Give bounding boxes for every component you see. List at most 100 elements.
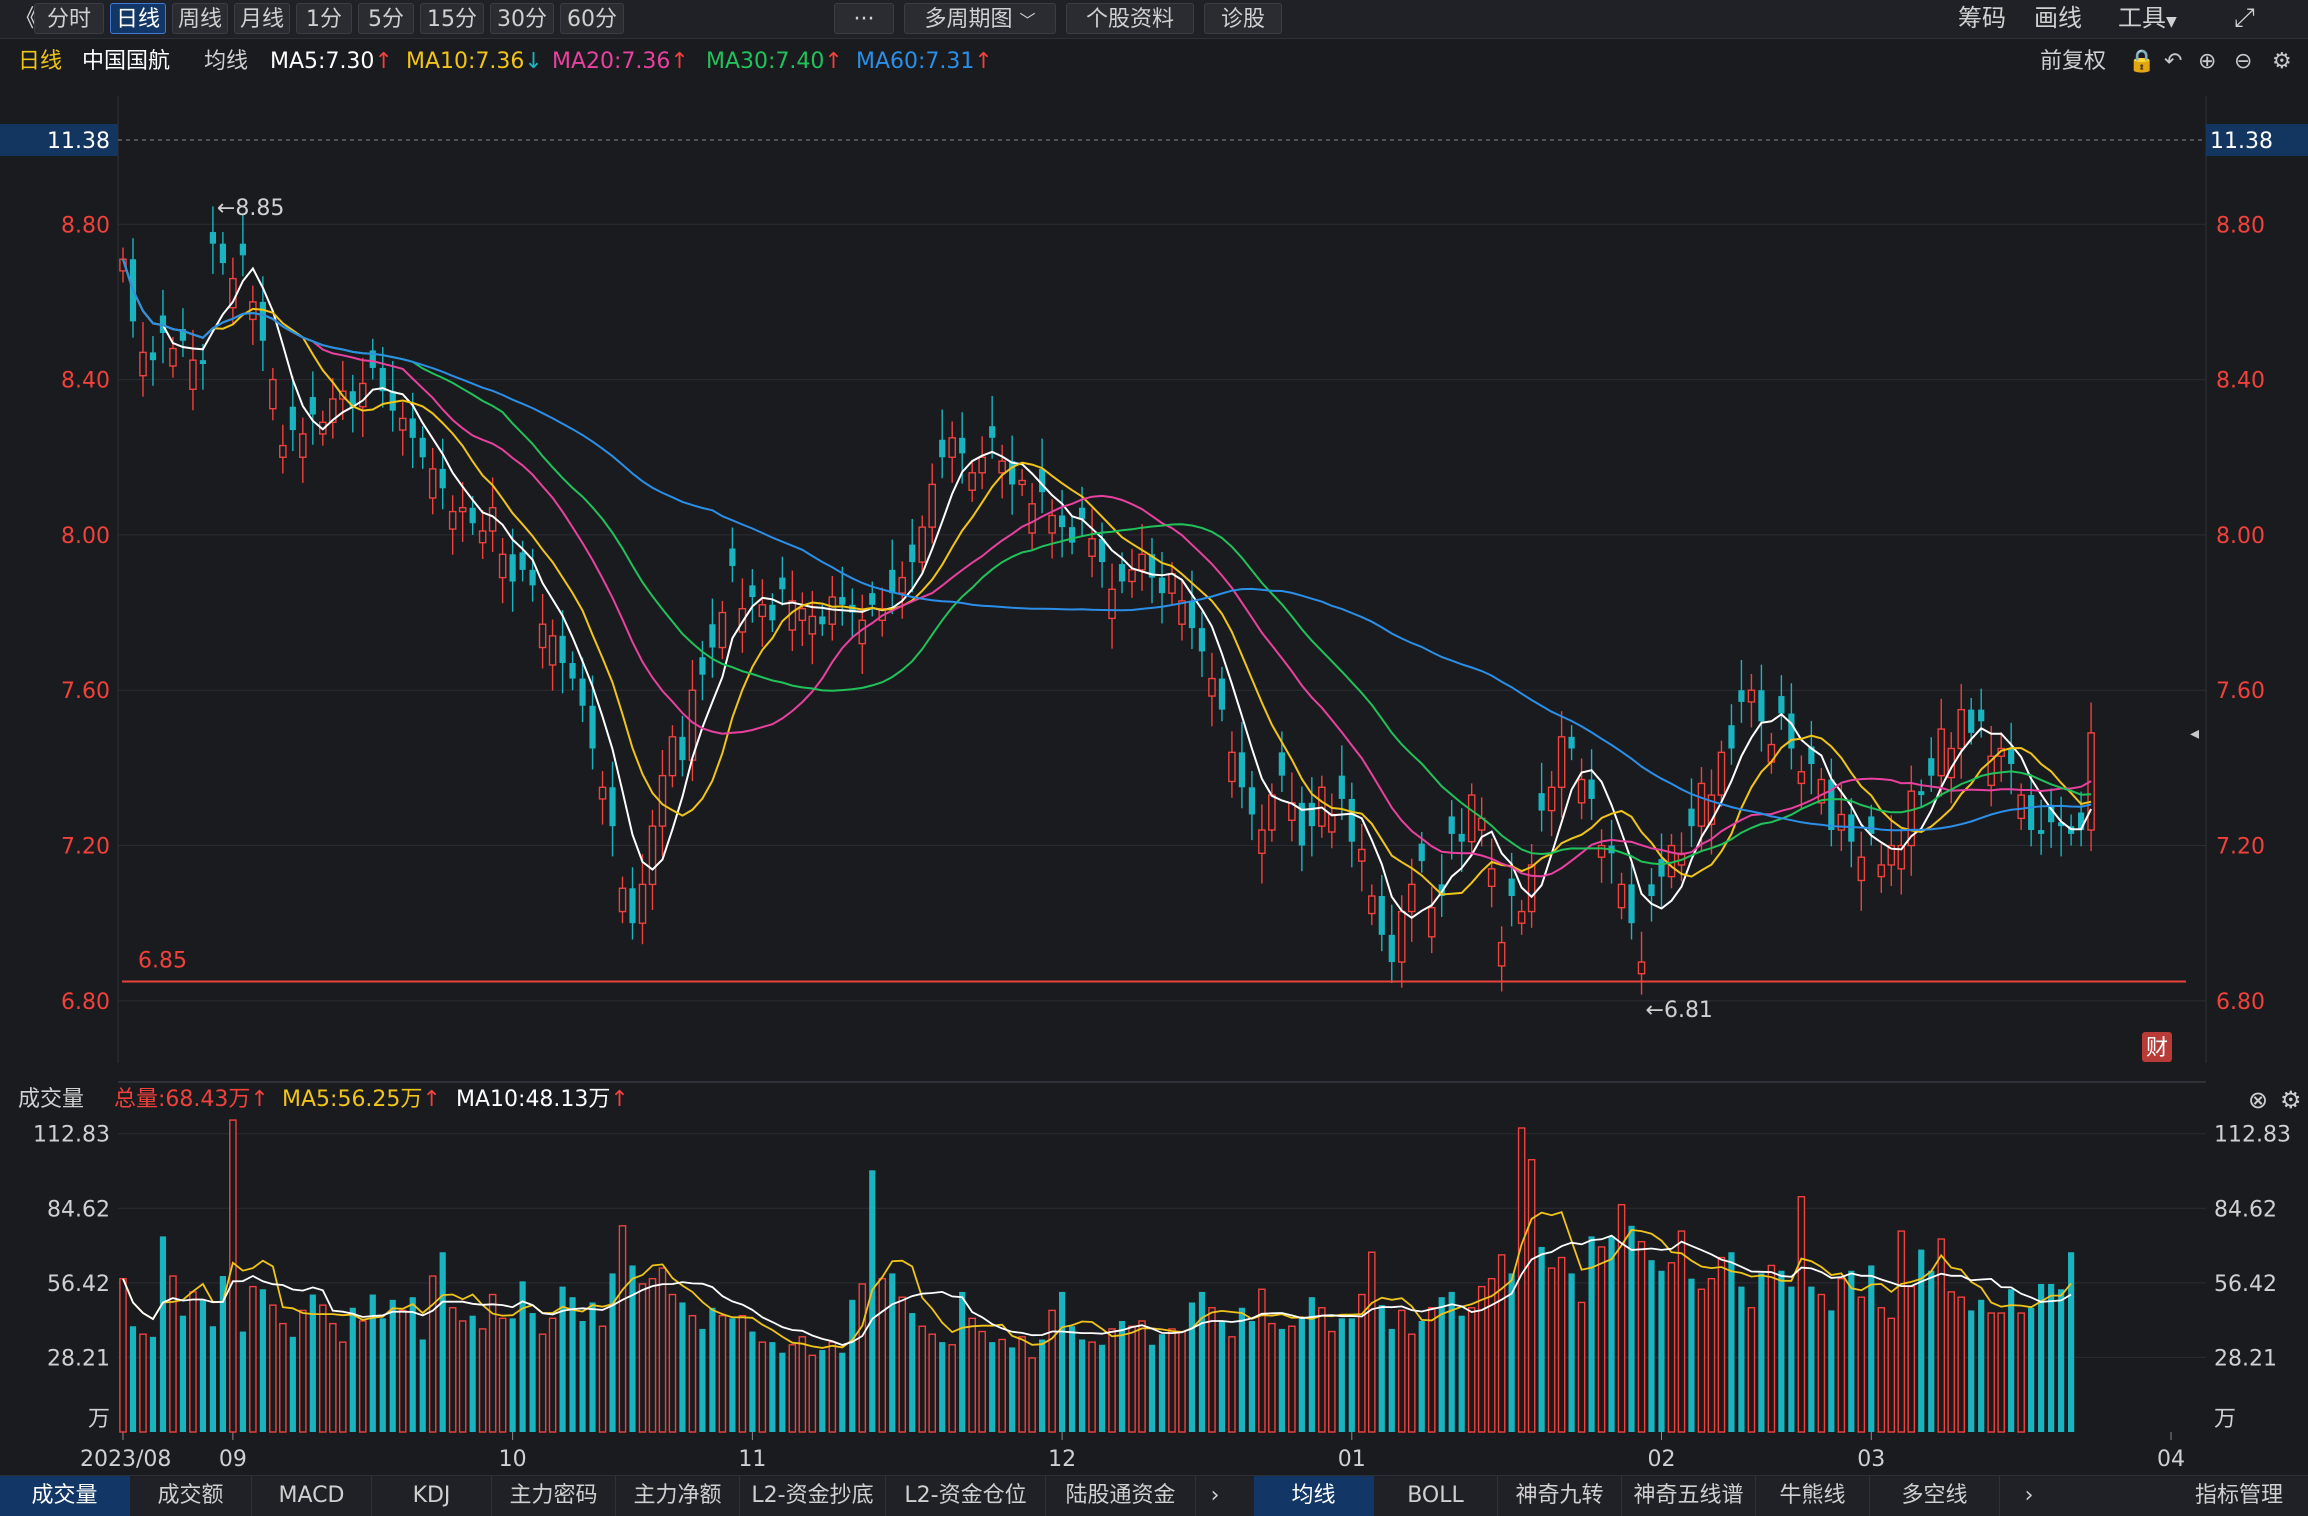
overlay-tab-5[interactable]: 多空线 [1870, 1476, 2000, 1516]
volume-title[interactable]: 成交量 [18, 1082, 84, 1118]
down-arrow-icon: ↓ [524, 49, 543, 74]
volume-bar [1438, 1297, 1445, 1432]
candle-body [1868, 816, 1875, 834]
x-tick-label: 09 [219, 1447, 247, 1472]
multi-period-button[interactable]: 多周期图 ﹀ [904, 3, 1056, 34]
candle-body [978, 456, 986, 474]
volume-bar [738, 1314, 747, 1433]
period-button-3[interactable]: 月线 [234, 3, 290, 34]
overlay-tab-0[interactable]: 均线 [1254, 1476, 1374, 1516]
period-button-1[interactable]: 日线 [110, 3, 166, 34]
volume-bar [1108, 1328, 1116, 1433]
fullscreen-icon[interactable]: ⤢ [2234, 3, 2255, 34]
volume-bar [1009, 1347, 1016, 1432]
volume-bar [338, 1341, 347, 1433]
period-button-6[interactable]: 15分 [420, 3, 484, 34]
volume-bar [1268, 1322, 1276, 1433]
indicator-tab-5[interactable]: 主力净额 [616, 1476, 740, 1516]
candle-body [1628, 884, 1635, 924]
candle-body [1717, 751, 1726, 796]
indicator-tab-4[interactable]: 主力密码 [492, 1476, 616, 1516]
candle-body [219, 243, 226, 264]
period-button-7[interactable]: 30分 [490, 3, 554, 34]
stock-profile-button[interactable]: 个股资料 [1066, 3, 1194, 34]
volume-bar [598, 1325, 607, 1433]
grid [0, 86, 2308, 1475]
more-periods-button[interactable]: ··· [834, 3, 894, 34]
undo-icon[interactable]: ↶ [2164, 44, 2182, 80]
period-button-4[interactable]: 1分 [296, 3, 352, 34]
candle-body [808, 615, 817, 635]
candle-body [1138, 553, 1146, 571]
candle-body [519, 552, 526, 570]
indicator-management-button[interactable]: 指标管理 [2170, 1476, 2308, 1516]
indicator-tab-3[interactable]: KDJ [372, 1476, 492, 1516]
volume-bar [1208, 1307, 1216, 1433]
kline-chart[interactable]: 8.80 8.80 8.40 8.40 8.00 8.00 7.60 7.60 7.20 7.20… [0, 82, 2308, 1475]
candle-body [239, 243, 246, 256]
candle-body [1697, 782, 1706, 827]
volume-bar [1928, 1270, 1935, 1432]
price-tick-label-left: 7.20 [61, 835, 110, 860]
candle-body [909, 544, 916, 563]
volume-bar [1168, 1328, 1176, 1433]
volume-bar [1617, 1203, 1626, 1433]
candle-body [998, 460, 1006, 474]
period-button-2[interactable]: 周线 [172, 3, 228, 34]
indicator-tab-6[interactable]: L2-资金抄底 [740, 1476, 886, 1516]
chevron-right-icon[interactable]: › [1200, 1476, 1230, 1516]
indicator-tab-8[interactable]: 陆股通资金 [1046, 1476, 1196, 1516]
candle-body [1188, 600, 1196, 629]
volume-bar [1997, 1312, 2005, 1433]
volume-bar [589, 1302, 596, 1432]
candle-body [609, 787, 616, 827]
candle-body [769, 604, 776, 621]
close-icon[interactable]: ⊗ [2248, 1082, 2268, 1118]
volume-bar [129, 1326, 137, 1432]
ma60-legend: MA60:7.31↑ [856, 44, 993, 80]
indicator-tab-2[interactable]: MACD [252, 1476, 372, 1516]
period-button-8[interactable]: 60分 [560, 3, 624, 34]
lock-icon[interactable]: 🔒 [2128, 44, 2155, 80]
x-tick-label: 11 [738, 1447, 766, 1472]
candle-body [1418, 843, 1425, 862]
volume-bar [658, 1267, 667, 1433]
volume-bar [259, 1289, 266, 1432]
overlay-tab-3[interactable]: 神奇五线谱 [1622, 1476, 1756, 1516]
draw-line-button[interactable]: 画线 [2034, 3, 2082, 34]
candle-body [199, 360, 207, 365]
ma10-legend: MA10:7.36↓ [406, 44, 543, 80]
volume-bar [1808, 1286, 1815, 1432]
ma-label[interactable]: 均线 [204, 44, 248, 80]
chevron-right-icon[interactable]: › [2014, 1476, 2044, 1516]
zoom-in-icon[interactable]: ⊕ [2198, 44, 2216, 80]
indicator-tab-1[interactable]: 成交额 [130, 1476, 252, 1516]
overlay-tab-1[interactable]: BOLL [1374, 1476, 1498, 1516]
period-button-5[interactable]: 5分 [358, 3, 414, 34]
settings-icon[interactable]: ⚙ [2272, 44, 2292, 80]
volume-bar [1427, 1307, 1436, 1433]
indicator-tab-7[interactable]: L2-资金仓位 [886, 1476, 1046, 1516]
candle-body [169, 347, 177, 367]
candle-body [279, 444, 287, 458]
candle-body [709, 624, 716, 648]
indicator-tab-0[interactable]: 成交量 [0, 1476, 130, 1516]
adjust-button[interactable]: 前复权 [2040, 44, 2106, 80]
volume-bar [579, 1320, 586, 1432]
zoom-out-icon[interactable]: ⊖ [2234, 44, 2252, 80]
volume-bar [1497, 1254, 1506, 1433]
overlay-tab-2[interactable]: 神奇九转 [1498, 1476, 1622, 1516]
overlay-tab-4[interactable]: 牛熊线 [1756, 1476, 1870, 1516]
stock-name[interactable]: 中国国航 [82, 44, 170, 80]
candle-body [139, 351, 147, 377]
diagnose-button[interactable]: 诊股 [1204, 3, 1282, 34]
ma20-legend: MA20:7.36↑ [552, 44, 689, 80]
settings-icon[interactable]: ⚙ [2280, 1082, 2302, 1118]
volume-bar [299, 1309, 307, 1433]
volume-bar [349, 1307, 356, 1432]
chips-button[interactable]: 筹码 [1958, 3, 2006, 34]
candle-body [1568, 736, 1575, 749]
candle-body [939, 439, 946, 458]
period-button-0[interactable]: 分时 [34, 3, 104, 34]
tools-button[interactable]: 工具▼ [2118, 3, 2177, 34]
